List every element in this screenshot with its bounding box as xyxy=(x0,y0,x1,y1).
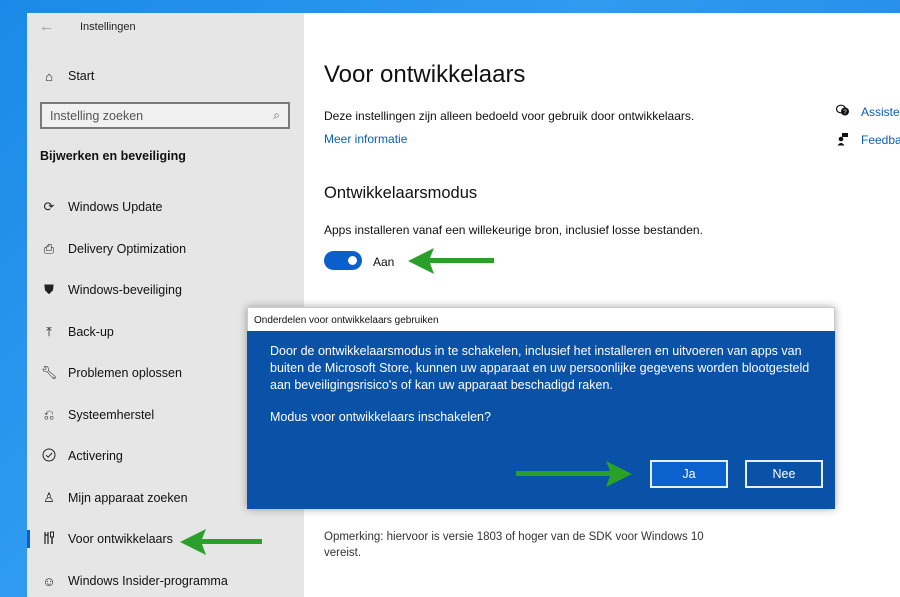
get-help-label: Assistentie xyxy=(861,105,900,119)
get-help-link[interactable]: ? Assistentie xyxy=(834,100,900,124)
search-icon[interactable]: ⌕ xyxy=(273,108,280,123)
related-links: ? Assistentie Feedback xyxy=(834,100,900,156)
restore-icon: ⎌ xyxy=(43,407,55,422)
dialog-title: Onderdelen voor ontwikkelaars gebruiken xyxy=(247,307,835,331)
find-device-icon: ♙ xyxy=(43,490,55,505)
annotation-arrow-yes xyxy=(516,461,632,487)
settings-window: ← Instellingen ⌂ Start ⌕ Bijwerken en be… xyxy=(27,13,900,597)
main-content: Voor ontwikkelaars Deze instellingen zij… xyxy=(304,13,900,597)
title-bar: ← Instellingen xyxy=(27,13,304,43)
shield-icon: ⛊ xyxy=(44,282,54,297)
more-info-link[interactable]: Meer informatie xyxy=(324,132,407,146)
toggle-knob xyxy=(348,256,357,265)
yes-button[interactable]: Ja xyxy=(650,460,728,488)
wrench-icon: 🔧︎ xyxy=(40,365,58,380)
sidebar-item-label: Windows Update xyxy=(68,200,163,214)
feedback-label: Feedback xyxy=(861,133,900,147)
dialog-question: Modus voor ontwikkelaars inschakelen? xyxy=(270,410,491,424)
sidebar-item-label: Back-up xyxy=(68,325,114,339)
sidebar-item-label: Systeemherstel xyxy=(68,408,155,422)
annotation-arrow-sidebar xyxy=(180,529,262,555)
home-icon: ⌂ xyxy=(45,68,53,84)
sidebar-item-label: Windows-beveiliging xyxy=(68,283,182,297)
page-title: Voor ontwikkelaars xyxy=(324,61,526,88)
sync-icon: ⟳ xyxy=(43,199,55,214)
sidebar-item-label: Windows Insider-programma xyxy=(68,574,228,588)
sidebar: ← Instellingen ⌂ Start ⌕ Bijwerken en be… xyxy=(27,13,304,597)
sidebar-item-label: Start xyxy=(68,69,95,83)
no-button[interactable]: Nee xyxy=(745,460,823,488)
page-description: Deze instellingen zijn alleen bedoeld vo… xyxy=(324,109,695,123)
search-box[interactable]: ⌕ xyxy=(40,102,290,129)
sidebar-item-label: Activering xyxy=(68,449,123,463)
feedback-link[interactable]: Feedback xyxy=(834,128,900,152)
dialog-message: Door de ontwikkelaarsmodus in te schakel… xyxy=(270,344,810,392)
sidebar-item-windows-security[interactable]: ⛊ Windows-beveiliging xyxy=(27,274,304,306)
sidebar-item-start[interactable]: ⌂ Start xyxy=(27,60,304,92)
sidebar-item-label: Problemen oplossen xyxy=(68,366,182,380)
sidebar-item-delivery-optimization[interactable]: ⎙ Delivery Optimization xyxy=(27,233,304,265)
sdk-note: Opmerking: hiervoor is versie 1803 of ho… xyxy=(324,531,704,559)
developer-mode-heading: Ontwikkelaarsmodus xyxy=(324,184,478,202)
annotation-arrow-toggle xyxy=(408,248,494,274)
delivery-icon: ⎙ xyxy=(43,241,55,256)
developer-tools-icon xyxy=(39,531,59,548)
upload-icon: ⤒ xyxy=(46,324,52,339)
developer-mode-toggle[interactable] xyxy=(324,251,362,270)
selection-indicator xyxy=(27,530,30,548)
sidebar-item-label: Mijn apparaat zoeken xyxy=(68,491,188,505)
sidebar-item-windows-insider[interactable]: ☺ Windows Insider-programma xyxy=(27,565,304,597)
section-heading: Bijwerken en beveiliging xyxy=(40,149,186,163)
sidebar-item-windows-update[interactable]: ⟳ Windows Update xyxy=(27,191,304,223)
check-circle-icon xyxy=(39,448,59,465)
help-chat-icon: ? xyxy=(834,104,852,120)
sidebar-item-label: Delivery Optimization xyxy=(68,242,187,256)
app-title: Instellingen xyxy=(80,21,136,33)
insider-icon: ☺ xyxy=(42,573,56,589)
sidebar-item-label: Voor ontwikkelaars xyxy=(68,532,173,546)
back-arrow-icon[interactable]: ← xyxy=(39,18,54,35)
feedback-icon xyxy=(834,132,852,149)
developer-mode-description: Apps installeren vanaf een willekeurige … xyxy=(324,223,703,237)
toggle-state-label: Aan xyxy=(373,255,395,269)
search-input[interactable] xyxy=(50,108,250,123)
